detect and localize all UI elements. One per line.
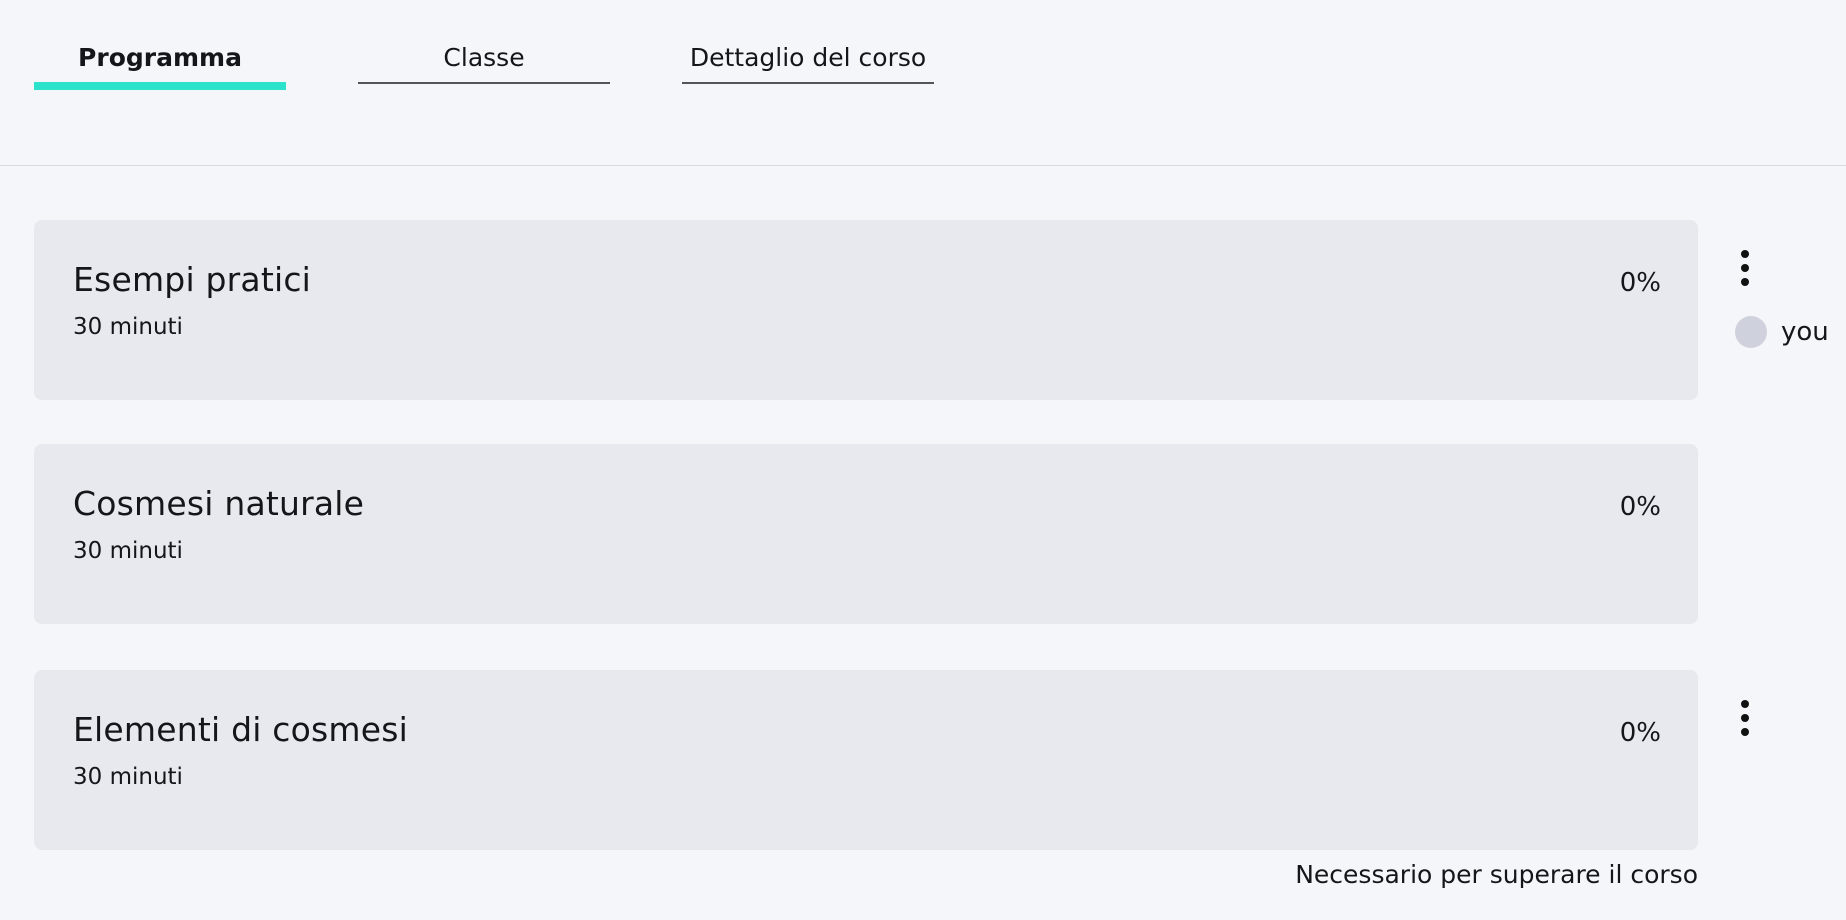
menu-dot — [1741, 250, 1749, 258]
lesson-card[interactable]: Elementi di cosmesi 30 minuti 0% — [34, 670, 1698, 850]
lesson-title: Esempi pratici — [73, 260, 312, 299]
lesson-progress: 0% — [1619, 492, 1661, 522]
tab-programma[interactable]: Programma — [34, 40, 286, 90]
tab-underline — [682, 82, 934, 84]
menu-dot — [1741, 700, 1749, 708]
menu-dot — [1741, 728, 1749, 736]
tab-bar: Programma Classe Dettaglio del corso — [0, 0, 1846, 166]
lesson-card[interactable]: Esempi pratici 30 minuti 0% — [34, 220, 1698, 400]
tab-underline — [358, 82, 610, 84]
tab-label: Classe — [443, 43, 525, 72]
active-tab-indicator — [34, 82, 286, 90]
tab-label: Programma — [78, 43, 242, 72]
user-name: you — [1781, 317, 1829, 347]
lesson-duration: 30 minuti — [73, 314, 183, 340]
tab-label: Dettaglio del corso — [689, 43, 927, 72]
required-note: Necessario per superare il corso — [1295, 860, 1698, 889]
tab-classe[interactable]: Classe — [358, 40, 610, 84]
lesson-progress: 0% — [1619, 718, 1661, 748]
lesson-title: Cosmesi naturale — [73, 484, 365, 523]
lesson-card[interactable]: Cosmesi naturale 30 minuti 0% — [34, 444, 1698, 624]
lesson-duration: 30 minuti — [73, 764, 183, 790]
more-vertical-icon[interactable] — [1732, 246, 1758, 290]
menu-dot — [1741, 278, 1749, 286]
menu-dot — [1741, 714, 1749, 722]
more-vertical-icon[interactable] — [1732, 696, 1758, 740]
avatar — [1735, 316, 1767, 348]
lesson-progress: 0% — [1619, 268, 1661, 298]
tab-dettaglio-del-corso[interactable]: Dettaglio del corso — [682, 40, 934, 84]
lesson-duration: 30 minuti — [73, 538, 183, 564]
menu-dot — [1741, 264, 1749, 272]
lesson-title: Elementi di cosmesi — [73, 710, 409, 749]
